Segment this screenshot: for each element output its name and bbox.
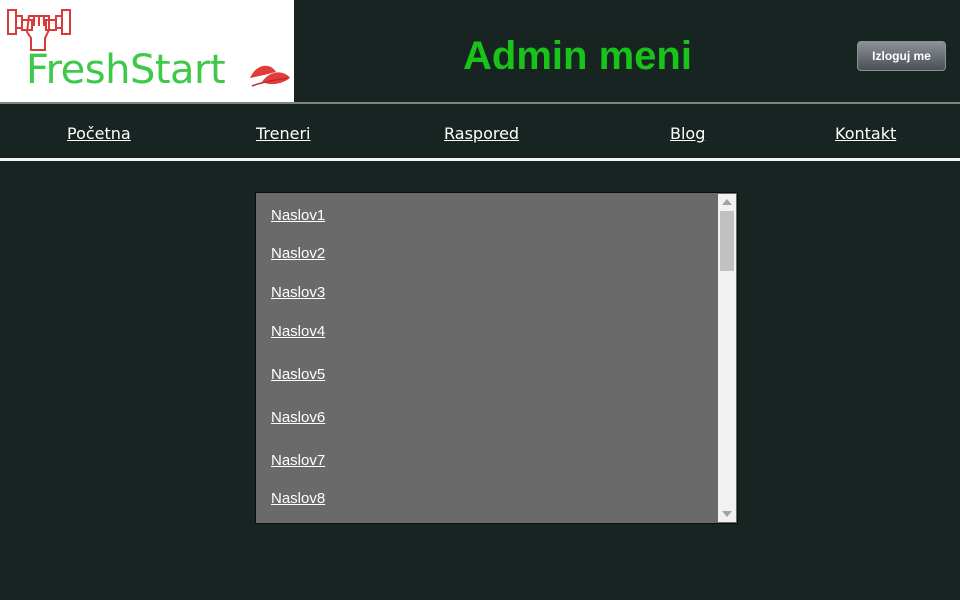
nav-item-blog[interactable]: Blog — [670, 124, 705, 143]
list-item[interactable]: Naslov4 — [271, 323, 325, 340]
scroll-up-icon[interactable] — [722, 199, 732, 205]
list-item[interactable]: Naslov2 — [271, 245, 325, 262]
nav-item-kontakt[interactable]: Kontakt — [835, 124, 896, 143]
nav-item-raspored[interactable]: Raspored — [444, 124, 519, 143]
list-item[interactable]: Naslov3 — [271, 284, 325, 301]
article-list[interactable]: Naslov1 Naslov2 Naslov3 Naslov4 Naslov5 … — [255, 192, 738, 524]
main-nav: Početna Treneri Raspored Blog Kontakt — [0, 104, 960, 160]
list-item[interactable]: Naslov6 — [271, 409, 325, 426]
nav-item-treneri[interactable]: Treneri — [256, 124, 311, 143]
logout-button[interactable]: Izloguj me — [857, 41, 946, 71]
list-item[interactable]: Naslov8 — [271, 490, 325, 507]
list-item[interactable]: Naslov1 — [271, 207, 325, 224]
logo[interactable]: FreshStart — [0, 0, 294, 104]
leaf-icon — [250, 65, 290, 87]
nav-divider — [0, 158, 960, 161]
list-item[interactable]: Naslov7 — [271, 452, 325, 469]
scrollbar[interactable] — [718, 194, 736, 522]
scroll-down-icon[interactable] — [722, 511, 732, 517]
page-title: Admin meni — [463, 34, 692, 78]
scrollbar-thumb[interactable] — [720, 211, 734, 271]
header: FreshStart Admin meni Izloguj me — [0, 0, 960, 104]
logo-text: FreshStart — [26, 47, 226, 93]
nav-item-pocetna[interactable]: Početna — [67, 124, 131, 143]
list-item[interactable]: Naslov5 — [271, 366, 325, 383]
